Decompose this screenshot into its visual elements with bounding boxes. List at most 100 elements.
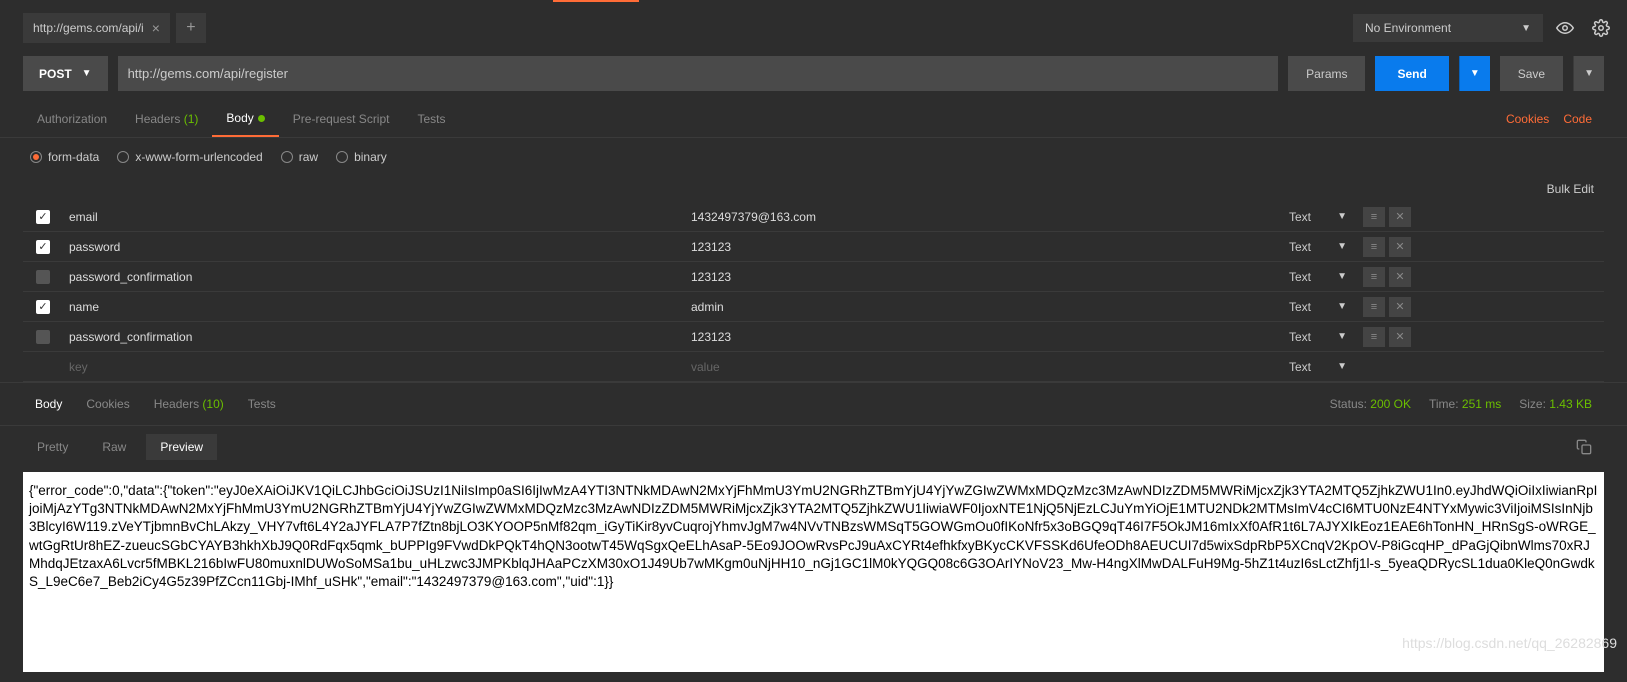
response-tab-body[interactable]: Body <box>23 391 74 417</box>
code-link[interactable]: Code <box>1563 112 1592 126</box>
method-select[interactable]: POST ▼ <box>23 56 108 91</box>
radio-urlencoded[interactable]: x-www-form-urlencoded <box>117 150 262 164</box>
method-label: POST <box>39 67 72 81</box>
response-tab-tests[interactable]: Tests <box>236 391 288 417</box>
row-key[interactable]: password_confirmation <box>63 270 683 284</box>
type-label: Text <box>1289 330 1311 344</box>
tab-authorization[interactable]: Authorization <box>23 102 121 136</box>
drag-icon: ≡ <box>1371 271 1377 283</box>
save-button[interactable]: Save <box>1500 56 1563 91</box>
row-type-select[interactable]: Text▼ <box>1283 330 1353 344</box>
environment-select[interactable]: No Environment ▼ <box>1353 14 1543 42</box>
view-preview[interactable]: Preview <box>146 434 217 460</box>
headers-count: (1) <box>184 112 199 126</box>
tab-label: Cookies <box>86 397 129 411</box>
cookies-link[interactable]: Cookies <box>1506 112 1549 126</box>
row-type-select[interactable]: Text▼ <box>1283 300 1353 314</box>
row-value[interactable]: 123123 <box>683 330 1283 344</box>
tab-prerequest[interactable]: Pre-request Script <box>279 102 404 136</box>
copy-icon <box>1576 439 1592 455</box>
environment-selected-label: No Environment <box>1365 21 1451 35</box>
row-actions: ≡ ✕ <box>1363 327 1411 347</box>
row-type-select[interactable]: Text▼ <box>1283 360 1353 374</box>
tab-label: Body <box>226 111 253 125</box>
status-value: 200 OK <box>1370 397 1411 411</box>
chevron-down-icon: ▼ <box>1521 23 1531 34</box>
active-dot-icon <box>258 115 265 122</box>
tab-tests[interactable]: Tests <box>403 102 459 136</box>
row-type-select[interactable]: Text▼ <box>1283 210 1353 224</box>
params-button[interactable]: Params <box>1288 56 1365 91</box>
row-key[interactable]: password <box>63 240 683 254</box>
save-dropdown-button[interactable]: ▼ <box>1573 56 1604 91</box>
view-pretty[interactable]: Pretty <box>23 434 82 460</box>
row-checkbox[interactable] <box>36 330 50 344</box>
send-button[interactable]: Send <box>1375 56 1448 91</box>
row-drag-button[interactable]: ≡ <box>1363 297 1385 317</box>
radio-label: x-www-form-urlencoded <box>135 150 262 164</box>
row-type-select[interactable]: Text▼ <box>1283 240 1353 254</box>
row-delete-button[interactable]: ✕ <box>1389 207 1411 227</box>
environment-quicklook-button[interactable] <box>1551 14 1579 42</box>
chevron-down-icon: ▼ <box>82 68 92 79</box>
time-label: Time: 251 ms <box>1429 397 1501 411</box>
save-label: Save <box>1518 67 1545 81</box>
row-drag-button[interactable]: ≡ <box>1363 267 1385 287</box>
url-input[interactable] <box>118 56 1279 91</box>
row-delete-button[interactable]: ✕ <box>1389 327 1411 347</box>
response-tab-headers[interactable]: Headers (10) <box>142 391 236 417</box>
table-row-new: key value Text▼ <box>23 352 1604 382</box>
kv-header-row: Bulk Edit <box>0 176 1627 202</box>
row-checkbox[interactable]: ✓ <box>36 210 50 224</box>
row-checkbox[interactable]: ✓ <box>36 300 50 314</box>
row-value[interactable]: 1432497379@163.com <box>683 210 1283 224</box>
row-delete-button[interactable]: ✕ <box>1389 237 1411 257</box>
settings-button[interactable] <box>1587 14 1615 42</box>
row-actions: ≡ ✕ <box>1363 297 1411 317</box>
radio-label: raw <box>299 150 318 164</box>
row-checkbox-wrap <box>23 270 63 284</box>
bulk-edit-button[interactable]: Bulk Edit <box>1537 176 1604 202</box>
row-checkbox[interactable] <box>36 270 50 284</box>
request-tab-label: http://gems.com/api/i <box>33 21 144 35</box>
row-type-select[interactable]: Text▼ <box>1283 270 1353 284</box>
view-raw[interactable]: Raw <box>88 434 140 460</box>
response-section-tabs: Body Cookies Headers (10) Tests Status: … <box>0 382 1627 426</box>
chevron-down-icon: ▼ <box>1337 211 1347 222</box>
response-status-area: Status: 200 OK Time: 251 ms Size: 1.43 K… <box>1330 397 1604 411</box>
row-delete-button[interactable]: ✕ <box>1389 297 1411 317</box>
tab-headers[interactable]: Headers (1) <box>121 102 212 136</box>
radio-raw[interactable]: raw <box>281 150 318 164</box>
copy-response-button[interactable] <box>1576 439 1604 455</box>
tab-label: Pretty <box>37 440 68 454</box>
close-icon[interactable]: × <box>152 20 160 36</box>
row-key[interactable]: password_confirmation <box>63 330 683 344</box>
row-key[interactable]: name <box>63 300 683 314</box>
table-row: ✓ password 123123 Text▼ ≡ ✕ <box>23 232 1604 262</box>
row-value[interactable]: 123123 <box>683 240 1283 254</box>
row-drag-button[interactable]: ≡ <box>1363 207 1385 227</box>
row-delete-button[interactable]: ✕ <box>1389 267 1411 287</box>
send-dropdown-button[interactable]: ▼ <box>1459 56 1490 91</box>
row-checkbox[interactable]: ✓ <box>36 240 50 254</box>
row-actions: ≡ ✕ <box>1363 237 1411 257</box>
drag-icon: ≡ <box>1371 331 1377 343</box>
row-key-placeholder[interactable]: key <box>63 360 683 374</box>
request-section-tabs: Authorization Headers (1) Body Pre-reque… <box>0 101 1627 138</box>
tab-body[interactable]: Body <box>212 101 278 137</box>
row-drag-button[interactable]: ≡ <box>1363 237 1385 257</box>
status-label: Status: 200 OK <box>1330 397 1411 411</box>
request-links: Cookies Code <box>1506 112 1604 126</box>
row-drag-button[interactable]: ≡ <box>1363 327 1385 347</box>
row-value-placeholder[interactable]: value <box>683 360 1283 374</box>
tab-label: Raw <box>102 440 126 454</box>
radio-form-data[interactable]: form-data <box>30 150 99 164</box>
response-tab-cookies[interactable]: Cookies <box>74 391 141 417</box>
request-bar: POST ▼ Params Send ▼ Save ▼ <box>0 46 1627 101</box>
radio-binary[interactable]: binary <box>336 150 387 164</box>
row-key[interactable]: email <box>63 210 683 224</box>
request-tab[interactable]: http://gems.com/api/i × <box>23 13 170 43</box>
add-tab-button[interactable]: + <box>176 13 206 43</box>
row-value[interactable]: admin <box>683 300 1283 314</box>
row-value[interactable]: 123123 <box>683 270 1283 284</box>
